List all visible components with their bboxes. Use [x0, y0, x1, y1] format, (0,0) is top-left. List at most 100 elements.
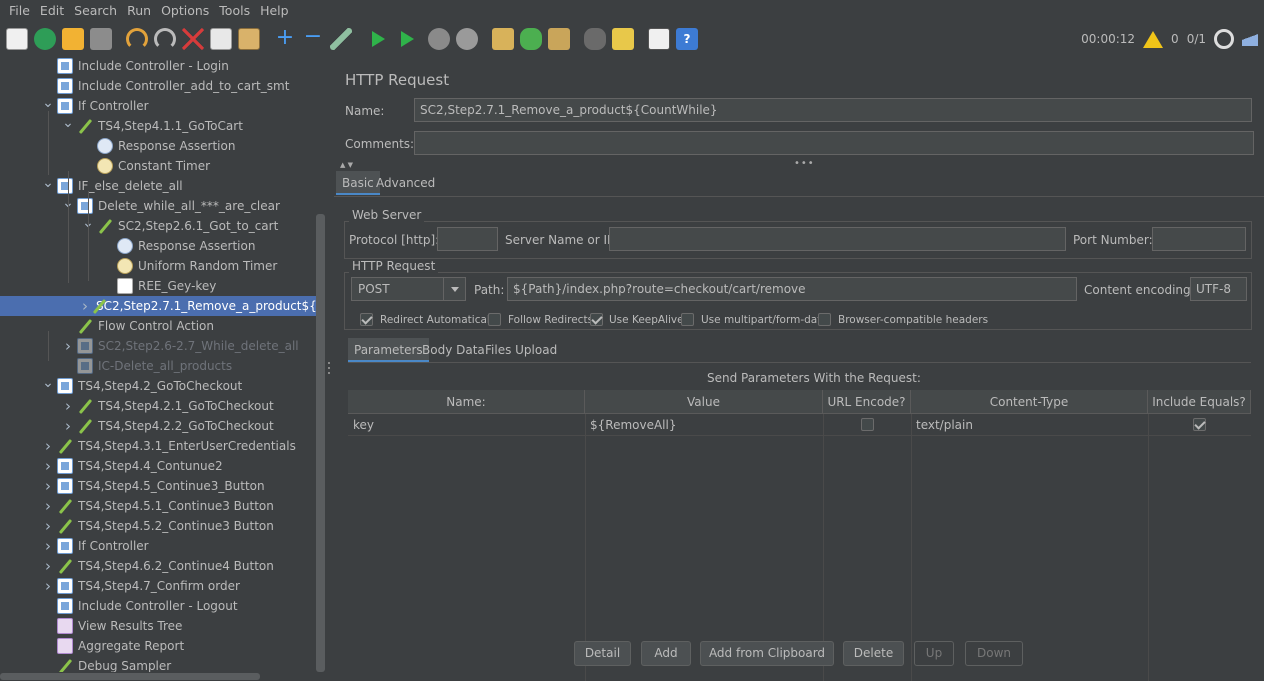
- chevron-right-icon[interactable]: ›: [42, 499, 54, 514]
- method-select[interactable]: POST: [351, 277, 466, 301]
- column-header[interactable]: Value: [585, 390, 823, 414]
- tree-node[interactable]: Debug Sampler: [42, 656, 171, 672]
- tree-node[interactable]: › TS4,Step4.4_Contunue2: [42, 456, 223, 476]
- broom-icon[interactable]: [548, 28, 570, 50]
- table-row[interactable]: key ${RemoveAll} text/plain: [348, 415, 1251, 435]
- remote-icon[interactable]: [1214, 29, 1234, 49]
- menu-options[interactable]: Options: [156, 0, 214, 22]
- tree-node[interactable]: ⌄SC2,Step2.6.1_Got_to_cart: [82, 216, 278, 236]
- chevron-down-icon[interactable]: ⌄: [42, 176, 54, 192]
- chevron-right-icon[interactable]: ›: [42, 439, 54, 454]
- chevron-right-icon[interactable]: ›: [62, 339, 74, 354]
- open-icon[interactable]: [62, 28, 84, 50]
- add-button[interactable]: Add: [641, 641, 691, 666]
- clear-all-icon[interactable]: [520, 28, 542, 50]
- tree-hscrollbar-thumb[interactable]: [0, 673, 260, 680]
- column-header[interactable]: Include Equals?: [1148, 390, 1251, 414]
- port-field[interactable]: [1152, 227, 1246, 251]
- chevron-right-icon[interactable]: ›: [62, 419, 74, 434]
- paste-icon[interactable]: [238, 28, 260, 50]
- drag-grip-icon[interactable]: •••: [794, 158, 815, 169]
- menu-run[interactable]: Run: [122, 0, 156, 22]
- tree-node[interactable]: › TS4,Step4.2.1_GoToCheckout: [62, 396, 274, 416]
- option-checkbox[interactable]: [818, 313, 831, 326]
- server-field[interactable]: [609, 227, 1066, 251]
- tree-node[interactable]: Uniform Random Timer: [102, 256, 277, 276]
- toggle-icon[interactable]: [330, 28, 352, 50]
- redo-icon[interactable]: [154, 28, 176, 50]
- menu-help[interactable]: Help: [255, 0, 294, 22]
- param-name-cell[interactable]: key: [348, 415, 585, 435]
- undo-icon[interactable]: [126, 28, 148, 50]
- tree-node[interactable]: › TS4,Step4.6.2_Continue4 Button: [42, 556, 274, 576]
- log-icon[interactable]: [1242, 32, 1258, 46]
- tree-node[interactable]: ⌄ If Controller: [42, 96, 149, 116]
- start-icon[interactable]: [372, 31, 385, 47]
- tree-node[interactable]: ⌄ IF_else_delete_all: [42, 176, 183, 196]
- chevron-right-icon[interactable]: ›: [42, 579, 54, 594]
- menu-edit[interactable]: Edit: [35, 0, 69, 22]
- param-content-type-cell[interactable]: text/plain: [911, 415, 1148, 435]
- tree-node[interactable]: Response Assertion: [82, 136, 235, 156]
- templates-icon[interactable]: [34, 28, 56, 50]
- tree-node[interactable]: IC-Delete_all_products: [62, 356, 232, 376]
- tree-node[interactable]: › If Controller: [42, 536, 149, 556]
- option-checkbox[interactable]: [681, 313, 694, 326]
- encoding-field[interactable]: UTF-8: [1190, 277, 1247, 301]
- add-from-clipboard-button[interactable]: Add from Clipboard: [700, 641, 834, 666]
- chevron-down-icon[interactable]: [443, 278, 465, 300]
- chevron-right-icon[interactable]: ›: [42, 559, 54, 574]
- column-header[interactable]: Name:: [348, 390, 585, 414]
- tree-node[interactable]: Aggregate Report: [42, 636, 184, 656]
- tree-node[interactable]: Include Controller_add_to_cart_smt: [42, 76, 289, 96]
- tree-node[interactable]: › SC2,Step2.6-2.7_While_delete_all: [62, 336, 299, 356]
- tree-scrollbar-thumb[interactable]: [316, 214, 325, 672]
- function-helper-icon[interactable]: [648, 28, 670, 50]
- search-icon[interactable]: [584, 28, 606, 50]
- tree-node[interactable]: View Results Tree: [42, 616, 182, 636]
- comments-field[interactable]: [414, 131, 1254, 155]
- tree-node[interactable]: › SC2,Step2.7.1_Remove_a_product${C: [0, 296, 316, 316]
- chevron-right-icon[interactable]: ›: [82, 299, 88, 314]
- tree-node[interactable]: Response Assertion: [102, 236, 255, 256]
- shutdown-icon[interactable]: [456, 28, 478, 50]
- menu-search[interactable]: Search: [69, 0, 122, 22]
- chevron-right-icon[interactable]: ›: [42, 539, 54, 554]
- save-icon[interactable]: [90, 28, 112, 50]
- tree-node[interactable]: › TS4,Step4.3.1_EnterUserCredentials: [42, 436, 296, 456]
- tree-node[interactable]: Include Controller - Login: [42, 56, 229, 76]
- stop-icon[interactable]: [428, 28, 450, 50]
- option-checkbox[interactable]: [590, 313, 603, 326]
- warning-icon[interactable]: [1143, 30, 1164, 48]
- chevron-down-icon[interactable]: ⌄: [42, 376, 54, 392]
- tree-node[interactable]: › TS4,Step4.5_Continue3_Button: [42, 476, 265, 496]
- chevron-right-icon[interactable]: ›: [42, 479, 54, 494]
- protocol-field[interactable]: [437, 227, 498, 251]
- path-field[interactable]: ${Path}/index.php?route=checkout/cart/re…: [507, 277, 1077, 301]
- copy-icon[interactable]: [210, 28, 232, 50]
- menu-tools[interactable]: Tools: [214, 0, 255, 22]
- url-encode-checkbox[interactable]: [861, 418, 874, 431]
- tree-node[interactable]: Include Controller - Logout: [42, 596, 238, 616]
- chevron-right-icon[interactable]: ›: [42, 459, 54, 474]
- expand-icon[interactable]: +: [274, 27, 296, 50]
- name-field[interactable]: SC2,Step2.7.1_Remove_a_product${CountWhi…: [414, 98, 1252, 122]
- tree-node[interactable]: ⌄ TS4,Step4.1.1_GoToCart: [62, 116, 243, 136]
- tree-node[interactable]: ⌄ TS4,Step4.2_GoToCheckout: [42, 376, 242, 396]
- detail-button[interactable]: Detail: [574, 641, 631, 666]
- cut-icon[interactable]: [182, 28, 204, 50]
- column-header[interactable]: URL Encode?: [823, 390, 911, 414]
- tree-node[interactable]: › TS4,Step4.7_Confirm order: [42, 576, 240, 596]
- column-header[interactable]: Content-Type: [911, 390, 1148, 414]
- collapse-icon[interactable]: −: [302, 26, 324, 50]
- collapse-arrows-icon[interactable]: ▲ ▼: [340, 161, 353, 169]
- tree-node[interactable]: ⌄Delete_while_all_***_are_clear: [62, 196, 280, 216]
- chevron-down-icon[interactable]: ⌄: [62, 116, 74, 132]
- help-icon[interactable]: ?: [676, 28, 698, 50]
- up-button[interactable]: Up: [914, 641, 954, 666]
- menu-file[interactable]: File: [4, 0, 35, 22]
- tab-files-upload[interactable]: Files Upload: [479, 338, 563, 362]
- new-icon[interactable]: [6, 28, 28, 50]
- tree-node[interactable]: Constant Timer: [82, 156, 210, 176]
- tree-node[interactable]: › TS4,Step4.5.2_Continue3 Button: [42, 516, 274, 536]
